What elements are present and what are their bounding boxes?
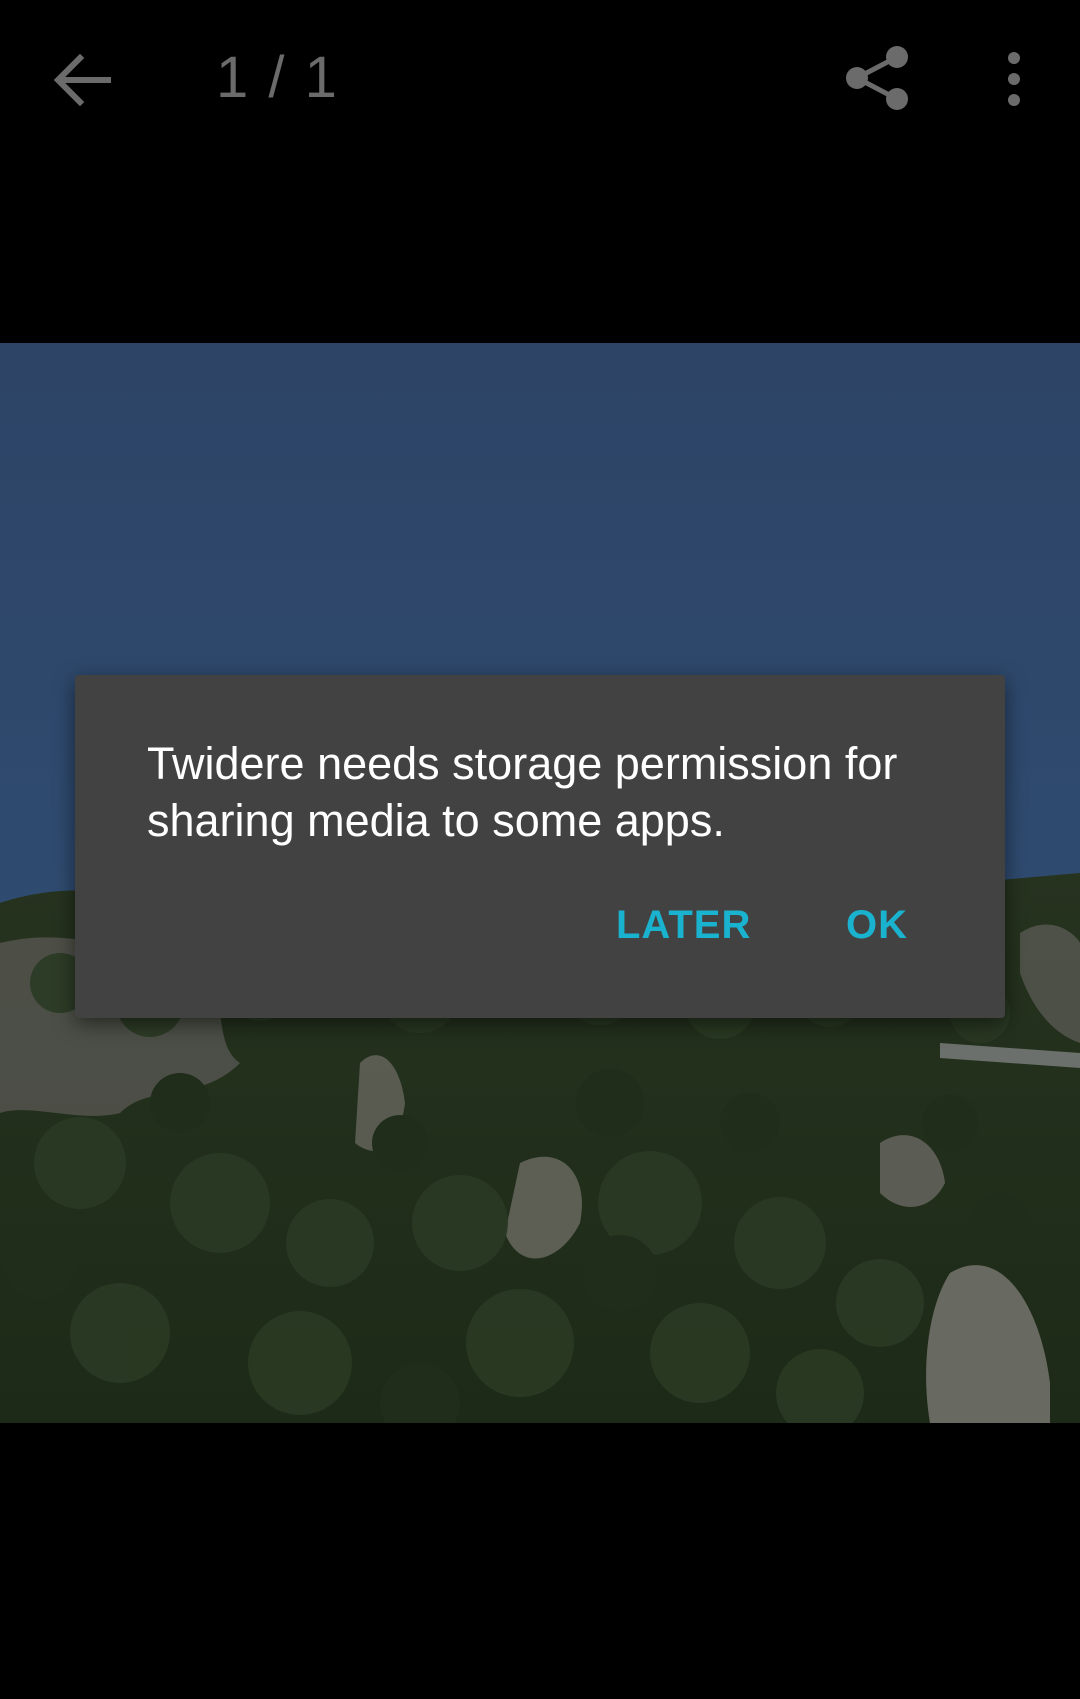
ok-button[interactable]: OK: [846, 903, 908, 948]
top-toolbar: 1 / 1: [0, 0, 1080, 160]
permission-dialog: Twidere needs storage permission for sha…: [75, 675, 1005, 1018]
page-counter: 1 / 1: [216, 45, 339, 110]
back-button[interactable]: [52, 52, 112, 108]
share-button[interactable]: [845, 45, 911, 111]
dialog-message: Twidere needs storage permission for sha…: [147, 738, 898, 846]
later-button[interactable]: LATER: [616, 903, 751, 948]
more-options-button[interactable]: [1000, 52, 1028, 106]
arrow-back-icon: [53, 53, 111, 107]
more-vert-icon: [1008, 52, 1020, 106]
share-icon: [846, 46, 908, 110]
